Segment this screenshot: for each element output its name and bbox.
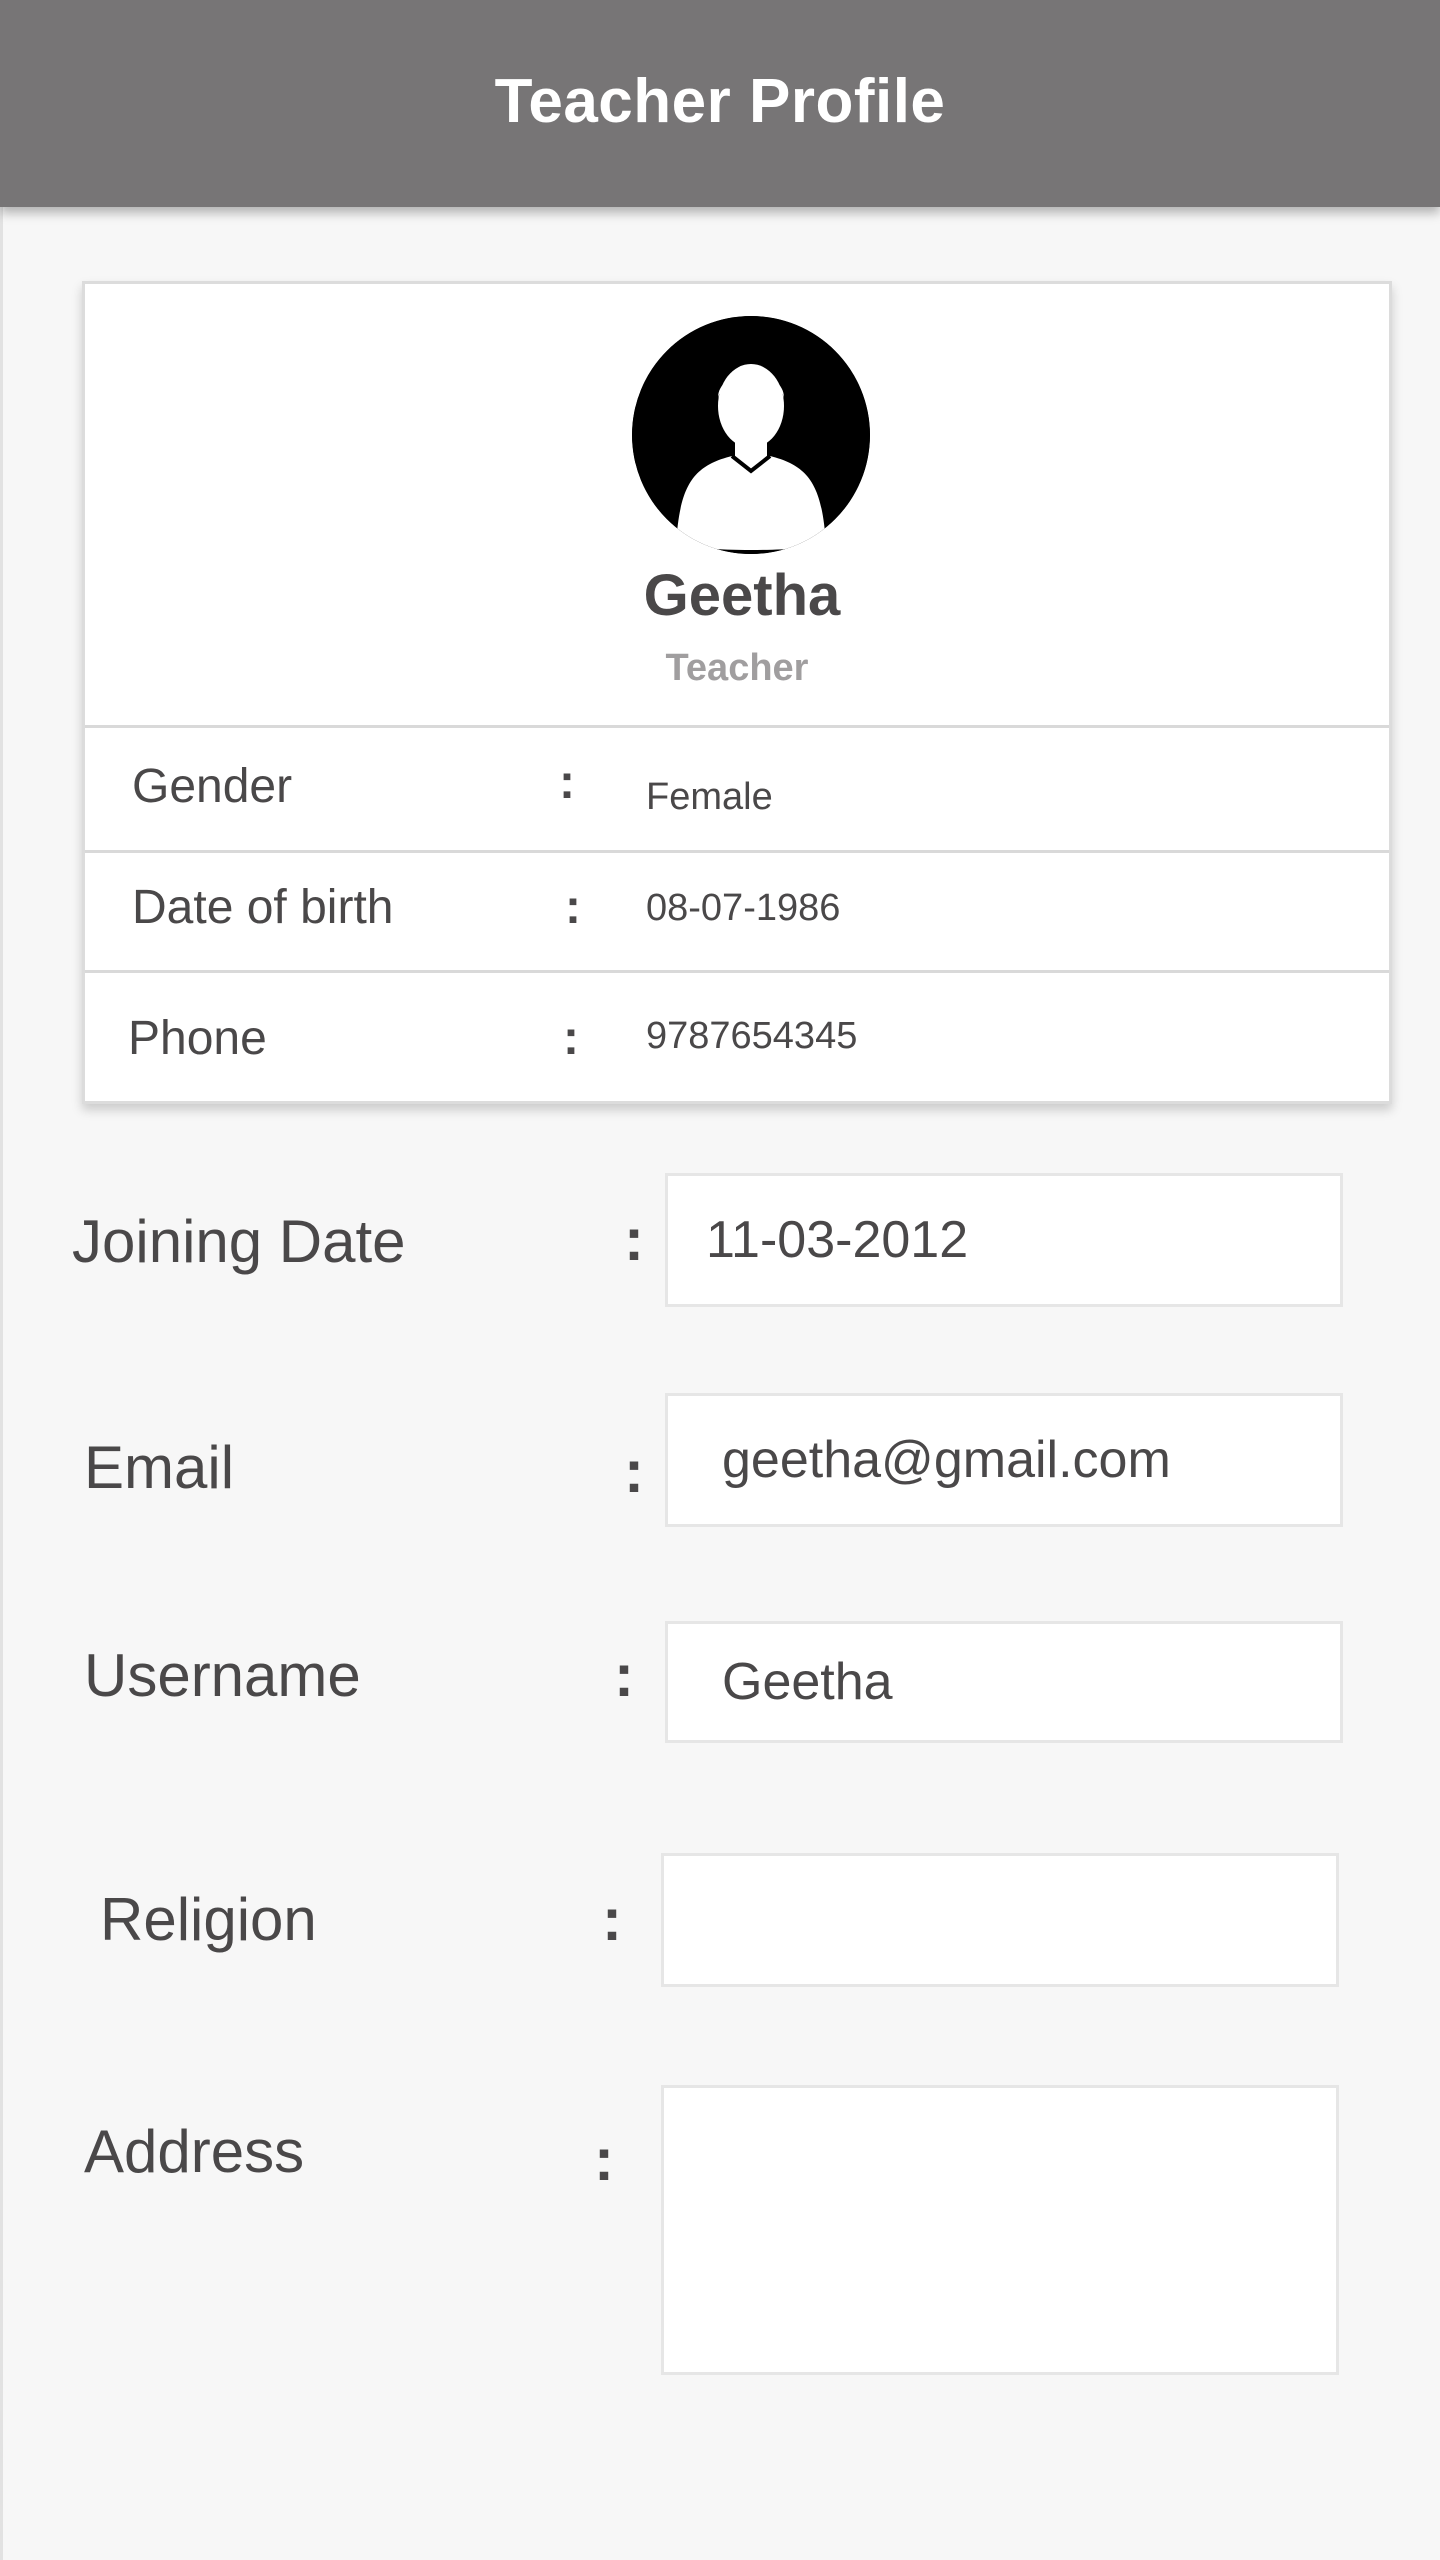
- page-title: Teacher Profile: [494, 67, 946, 136]
- phone-value: 9787654345: [646, 1015, 858, 1057]
- profile-name: Geetha: [643, 563, 841, 628]
- dob-value: 08-07-1986: [646, 887, 841, 929]
- gender-label: Gender: [132, 760, 293, 813]
- user-silhouette-icon: [632, 316, 870, 554]
- joining-date-field[interactable]: [665, 1173, 1343, 1307]
- profile-role: Teacher: [665, 647, 809, 689]
- religion-colon: :: [602, 1886, 622, 1953]
- email-colon: :: [624, 1438, 644, 1505]
- divider: [85, 725, 1389, 728]
- email-label: Email: [84, 1434, 235, 1501]
- joining-date-label: Joining Date: [72, 1208, 406, 1275]
- divider: [85, 970, 1389, 973]
- left-edge-divider: [0, 207, 3, 2560]
- gender-value: Female: [646, 776, 773, 818]
- username-field[interactable]: [665, 1621, 1343, 1743]
- religion-field[interactable]: [661, 1853, 1339, 1987]
- address-label: Address: [84, 2118, 305, 2185]
- phone-label: Phone: [128, 1012, 267, 1065]
- app-bar: Teacher Profile: [0, 0, 1440, 207]
- profile-card: Geetha Teacher Gender : Female Date of b…: [82, 281, 1392, 1104]
- address-field[interactable]: [661, 2085, 1339, 2375]
- religion-label: Religion: [100, 1886, 317, 1953]
- divider: [85, 850, 1389, 853]
- username-label: Username: [84, 1642, 361, 1709]
- joining-date-colon: :: [624, 1206, 644, 1273]
- address-colon: :: [594, 2126, 614, 2193]
- phone-colon: :: [563, 1012, 579, 1065]
- dob-label: Date of birth: [132, 881, 394, 934]
- username-colon: :: [614, 1642, 634, 1709]
- dob-colon: :: [565, 881, 581, 934]
- gender-colon: :: [559, 756, 575, 809]
- email-field[interactable]: [665, 1393, 1343, 1527]
